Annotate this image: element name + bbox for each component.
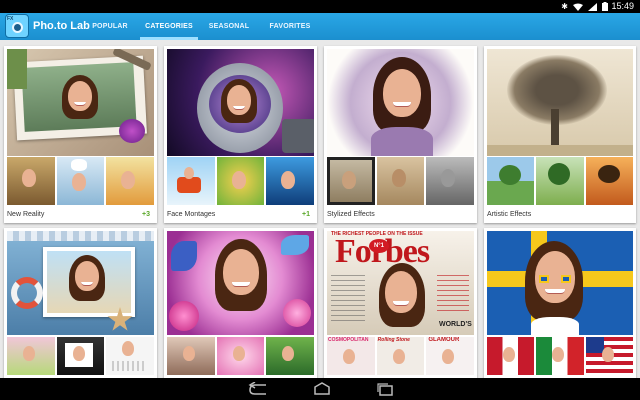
thumbnail[interactable] — [536, 337, 584, 375]
thumbnail[interactable] — [106, 337, 155, 375]
thumbnail[interactable]: GLAMOUR — [426, 337, 475, 375]
category-card[interactable]: THE RICHEST PEOPLE ON THE ISSUE Forbes N… — [324, 228, 477, 388]
thumbnail[interactable] — [266, 337, 315, 375]
category-card-stylized-effects[interactable]: Stylized Effects — [324, 46, 477, 223]
face-flag-paint — [561, 275, 571, 283]
category-label: New Reality — [7, 211, 45, 218]
thumbnail[interactable]: Rolling Stone — [376, 337, 425, 375]
category-preview-image — [487, 49, 633, 156]
magazine-footer-text: WORLD'S — [439, 321, 472, 328]
battery-icon — [602, 2, 608, 11]
home-icon[interactable] — [309, 382, 335, 396]
tab-popular[interactable]: POPULAR — [87, 13, 133, 40]
thumbnail[interactable] — [585, 337, 633, 375]
category-preview-image: THE RICHEST PEOPLE ON THE ISSUE Forbes N… — [327, 231, 474, 335]
magazine-thumb-title: COSMOPOLITAN — [328, 337, 369, 343]
new-items-badge: +1 — [302, 211, 310, 218]
category-thumbnails — [7, 337, 155, 375]
category-thumbnails — [327, 157, 475, 205]
category-preview-image — [167, 49, 314, 156]
category-thumbnails — [487, 337, 633, 375]
wifi-icon — [573, 3, 583, 11]
recent-apps-icon[interactable] — [372, 382, 398, 396]
thumbnail[interactable] — [7, 157, 55, 205]
thumbnail[interactable] — [56, 157, 105, 205]
category-card[interactable] — [4, 228, 157, 388]
category-card[interactable] — [164, 228, 317, 388]
thumbnail[interactable] — [106, 157, 155, 205]
category-thumbnails — [7, 157, 155, 205]
bluetooth-icon: ✱ — [561, 2, 568, 11]
category-preview-image — [487, 231, 633, 335]
thumbnail[interactable]: COSMOPOLITAN — [327, 337, 375, 375]
new-items-badge: +3 — [142, 211, 150, 218]
tab-favorites[interactable]: FAVORITES — [265, 13, 315, 40]
camera-lens-icon — [12, 22, 23, 33]
face-flag-paint — [539, 275, 549, 283]
back-icon[interactable] — [246, 382, 272, 396]
status-bar: ✱ 15:49 — [0, 0, 640, 13]
category-thumbnails — [487, 157, 633, 205]
magazine-thumb-title: Rolling Stone — [377, 337, 410, 343]
category-label: Artistic Effects — [487, 211, 532, 218]
thumbnail[interactable] — [536, 157, 584, 205]
thumbnail[interactable] — [216, 337, 265, 375]
thumbnail[interactable] — [167, 157, 215, 205]
category-label: Stylized Effects — [327, 211, 375, 218]
category-thumbnails — [167, 337, 315, 375]
category-card-face-montages[interactable]: Face Montages +1 — [164, 46, 317, 223]
thumbnail[interactable] — [585, 157, 633, 205]
category-thumbnails: COSMOPOLITAN Rolling Stone GLAMOUR — [327, 337, 475, 375]
app-title: Pho.to Lab — [33, 20, 90, 32]
app-logo-icon[interactable]: FX — [5, 14, 29, 38]
thumbnail[interactable] — [487, 337, 535, 375]
thumbnail[interactable] — [327, 157, 375, 205]
thumbnail[interactable] — [216, 157, 265, 205]
thumbnail[interactable] — [167, 337, 215, 375]
thumbnail[interactable] — [56, 337, 105, 375]
thumbnail[interactable] — [487, 157, 535, 205]
category-thumbnails — [167, 157, 315, 205]
system-nav-bar — [0, 378, 640, 400]
category-card-artistic-effects[interactable]: Artistic Effects — [484, 46, 636, 223]
category-label: Face Montages — [167, 211, 216, 218]
category-preview-image — [327, 49, 474, 156]
signal-icon — [588, 2, 597, 11]
category-grid: New Reality +3 Face Montages +1 Stylized… — [0, 40, 640, 388]
category-card-new-reality[interactable]: New Reality +3 — [4, 46, 157, 223]
tab-seasonal[interactable]: SEASONAL — [205, 13, 253, 40]
category-preview-image — [167, 231, 314, 335]
category-preview-image — [7, 49, 154, 156]
thumbnail[interactable] — [266, 157, 315, 205]
logo-tag: FX — [7, 16, 14, 22]
magazine-thumb-title: GLAMOUR — [428, 337, 460, 343]
category-card[interactable] — [484, 228, 636, 388]
clock: 15:49 — [611, 1, 634, 11]
magazine-badge: N°1 — [369, 239, 389, 253]
thumbnail[interactable] — [7, 337, 55, 375]
thumbnail[interactable] — [426, 157, 475, 205]
action-bar: FX Pho.to Lab POPULAR CATEGORIES SEASONA… — [0, 13, 640, 40]
tab-categories[interactable]: CATEGORIES — [140, 13, 198, 40]
thumbnail[interactable] — [376, 157, 425, 205]
category-preview-image — [7, 231, 154, 335]
